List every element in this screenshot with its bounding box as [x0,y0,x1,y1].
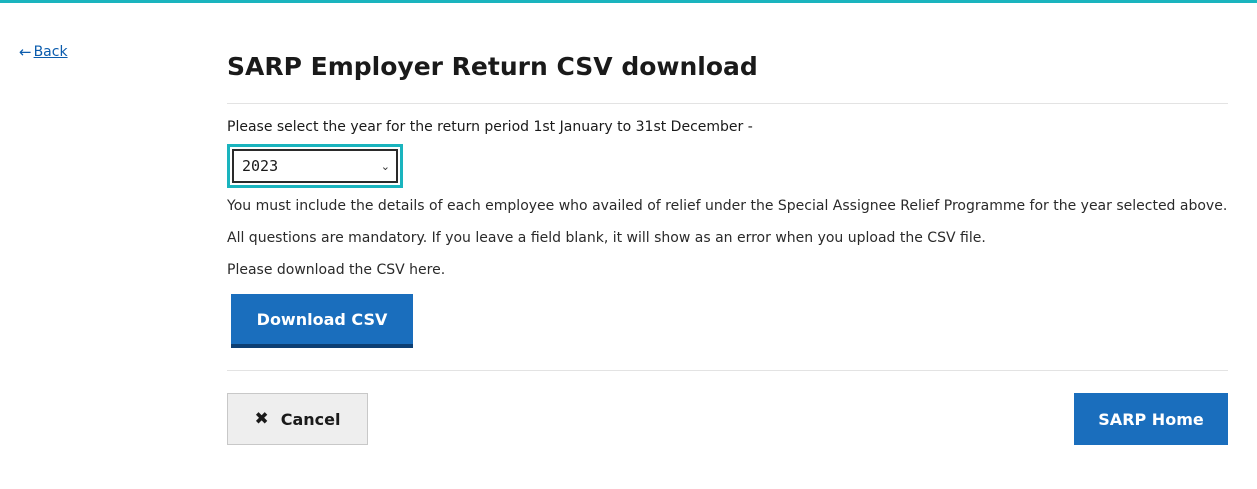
mandatory-notice-text: All questions are mandatory. If you leav… [227,230,986,246]
back-link[interactable]: ← Back [19,44,68,60]
sarp-home-button[interactable]: SARP Home [1074,393,1228,445]
close-icon: ✖ [254,409,269,429]
top-accent-bar [0,0,1257,3]
divider [227,103,1228,104]
back-link-label: Back [33,44,68,60]
year-select-label: Please select the year for the return pe… [227,119,753,135]
arrow-left-icon: ← [19,42,32,61]
year-select[interactable]: 2023 ⌄ [232,149,398,183]
chevron-down-icon: ⌄ [380,159,390,173]
action-bar: ✖ Cancel SARP Home [227,393,1228,445]
cancel-button-label: Cancel [280,409,341,429]
year-select-focus-ring: 2023 ⌄ [227,144,403,188]
year-select-value: 2023 [242,157,279,175]
download-prompt-text: Please download the CSV here. [227,262,446,278]
divider [227,370,1228,371]
page-title: SARP Employer Return CSV download [227,52,758,81]
cancel-button[interactable]: ✖ Cancel [227,393,368,445]
instructions-text: You must include the details of each emp… [227,198,1228,214]
main-content: SARP Employer Return CSV download Please… [227,50,1228,445]
download-csv-button[interactable]: Download CSV [231,294,413,348]
